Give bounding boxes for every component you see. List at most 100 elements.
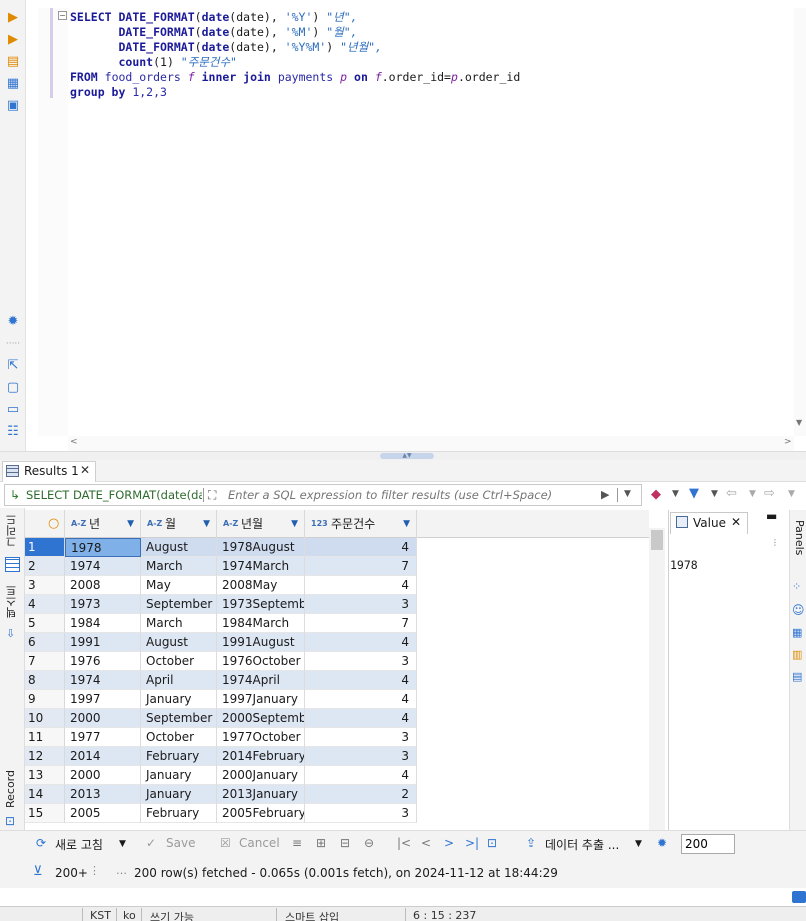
execute-script-icon[interactable]: ▶	[5, 32, 21, 48]
delete-row-icon[interactable]: ⊖	[364, 836, 374, 850]
table-cell-m[interactable]: January	[141, 690, 217, 709]
table-row[interactable]: 102000September2000September4	[25, 709, 649, 728]
table-cell-m[interactable]: August	[141, 633, 217, 652]
column-header-month[interactable]: A-Z 월 ▼	[141, 510, 217, 538]
table-cell-y[interactable]: 1976	[65, 652, 141, 671]
table-cell-c[interactable]: 4	[305, 709, 417, 728]
row-number-cell[interactable]: 12	[25, 747, 65, 766]
table-cell-y[interactable]: 2000	[65, 766, 141, 785]
outline-icon[interactable]: ☷	[5, 424, 21, 440]
table-cell-y[interactable]: 1991	[65, 633, 141, 652]
previous-page-icon[interactable]: <	[421, 836, 431, 850]
table-cell-y[interactable]: 1997	[65, 690, 141, 709]
more-options-icon[interactable]: ⋮	[89, 864, 100, 877]
table-row[interactable]: 13 2000 January 2000January 4	[25, 766, 649, 785]
metadata-icon[interactable]: ⁘	[792, 580, 801, 593]
cancel-button[interactable]: Cancel	[239, 836, 280, 850]
copy-row-icon[interactable]: ⊟	[340, 836, 350, 850]
table-cell-m[interactable]: April	[141, 671, 217, 690]
table-cell-c[interactable]: 3	[305, 652, 417, 671]
sort-icon[interactable]: ▼	[203, 510, 210, 538]
table-cell-ym[interactable]: 2013January	[217, 785, 305, 804]
table-cell-c[interactable]: 4	[305, 576, 417, 595]
table-cell-m[interactable]: January	[141, 785, 217, 804]
notification-icon[interactable]	[792, 891, 806, 903]
row-number-cell[interactable]: 9	[25, 690, 65, 709]
tab-text-view[interactable]: 텍스트	[4, 585, 20, 618]
table-cell-m[interactable]: March	[141, 614, 217, 633]
gear-icon[interactable]: ✹	[5, 314, 21, 330]
sort-icon[interactable]: ▼	[291, 510, 298, 538]
table-cell-ym[interactable]: 1991August	[217, 633, 305, 652]
layout-icon[interactable]: ▤	[792, 670, 802, 683]
table-cell-y[interactable]: 1978	[65, 538, 141, 557]
table-row[interactable]: 1 1978 August 1978August 4	[25, 538, 649, 557]
tab-panels[interactable]: Panels	[793, 520, 806, 555]
filter-input[interactable]	[228, 486, 588, 504]
table-cell-y[interactable]: 2014	[65, 747, 141, 766]
editor-horizontal-scrollbar[interactable]: < >	[68, 436, 794, 451]
table-cell-ym[interactable]: 1973September	[217, 595, 305, 614]
next-page-icon[interactable]: >	[444, 836, 454, 850]
add-row-icon[interactable]: ⊞	[316, 836, 326, 850]
fetch-all-icon[interactable]: ⊡	[487, 836, 497, 850]
eraser-dropdown-chevron-down-icon[interactable]: ▼	[672, 489, 679, 499]
table-cell-m[interactable]: October	[141, 652, 217, 671]
edit-row-icon[interactable]: ≡	[292, 836, 302, 850]
fetch-size-input[interactable]	[681, 834, 735, 854]
table-cell-m[interactable]: October	[141, 728, 217, 747]
variables-icon[interactable]: ▭	[5, 402, 21, 418]
table-cell-y[interactable]: 2013	[65, 785, 141, 804]
table-cell-ym[interactable]: 1974April	[217, 671, 305, 690]
table-row[interactable]: 12 2014 February 2014February 3	[25, 747, 649, 766]
column-header-year[interactable]: A-Z 년 ▼	[65, 510, 141, 538]
table-row[interactable]: 11 1977 October 1977October 3	[25, 728, 649, 747]
row-number-cell[interactable]: 2	[25, 557, 65, 576]
cancel-x-icon[interactable]: ☒	[220, 836, 231, 850]
editor-vertical-scrollbar[interactable]: ▼	[794, 8, 806, 436]
table-cell-y[interactable]: 1984	[65, 614, 141, 633]
export-dropdown-chevron-down-icon[interactable]: ▼	[635, 839, 642, 849]
row-number-cell[interactable]: 8	[25, 671, 65, 690]
tab-grid-view[interactable]: 그리드	[4, 514, 20, 547]
table-cell-c[interactable]: 4	[305, 690, 417, 709]
table-cell-m[interactable]: May	[141, 576, 217, 595]
table-cell-c[interactable]: 7	[305, 614, 417, 633]
chart-icon[interactable]: ▥	[792, 648, 802, 661]
row-count-badge[interactable]: 200+	[55, 866, 88, 880]
table-cell-ym[interactable]: 1977October	[217, 728, 305, 747]
tab-record-view[interactable]: Record	[4, 770, 17, 808]
table-row[interactable]: 9 1997 January 1997January 4	[25, 690, 649, 709]
row-number-cell[interactable]: 10	[25, 709, 65, 728]
value-more-icon[interactable]: ⋮	[771, 538, 779, 547]
table-cell-m[interactable]: March	[141, 557, 217, 576]
table-cell-ym[interactable]: 2014February	[217, 747, 305, 766]
grid-view-icon[interactable]	[5, 557, 20, 572]
settings-gear-icon[interactable]: ✹	[657, 836, 667, 850]
table-row[interactable]: 3 2008 May 2008May 4	[25, 576, 649, 595]
column-header-year-month[interactable]: A-Z 년월 ▼	[217, 510, 305, 538]
refresh-button[interactable]: 새로 고침	[55, 836, 103, 853]
table-cell-c[interactable]: 4	[305, 671, 417, 690]
new-script-icon[interactable]: ▢	[5, 380, 21, 396]
table-cell-m[interactable]: September	[141, 709, 217, 728]
script-file-icon[interactable]: ▤	[5, 54, 21, 70]
column-header-order-count[interactable]: 123 주문건수 ▼	[305, 510, 417, 538]
table-cell-c[interactable]: 3	[305, 728, 417, 747]
sort-icon[interactable]: ▼	[127, 510, 134, 538]
row-number-cell[interactable]: 3	[25, 576, 65, 595]
table-cell-m[interactable]: September	[141, 595, 217, 614]
table-cell-c[interactable]: 4	[305, 633, 417, 652]
table-cell-ym[interactable]: 1984March	[217, 614, 305, 633]
row-number-cell[interactable]: 7	[25, 652, 65, 671]
table-cell-ym[interactable]: 2000January	[217, 766, 305, 785]
table-cell-y[interactable]: 2000	[65, 709, 141, 728]
table-cell-c[interactable]: 3	[305, 595, 417, 614]
table-cell-m[interactable]: January	[141, 766, 217, 785]
grid-vertical-scrollbar[interactable]	[649, 528, 665, 830]
record-view-icon[interactable]: ⊡	[5, 814, 15, 828]
table-cell-y[interactable]: 1974	[65, 557, 141, 576]
table-cell-ym[interactable]: 1974March	[217, 557, 305, 576]
table-cell-ym[interactable]: 2005February	[217, 804, 305, 823]
row-number-cell[interactable]: 6	[25, 633, 65, 652]
